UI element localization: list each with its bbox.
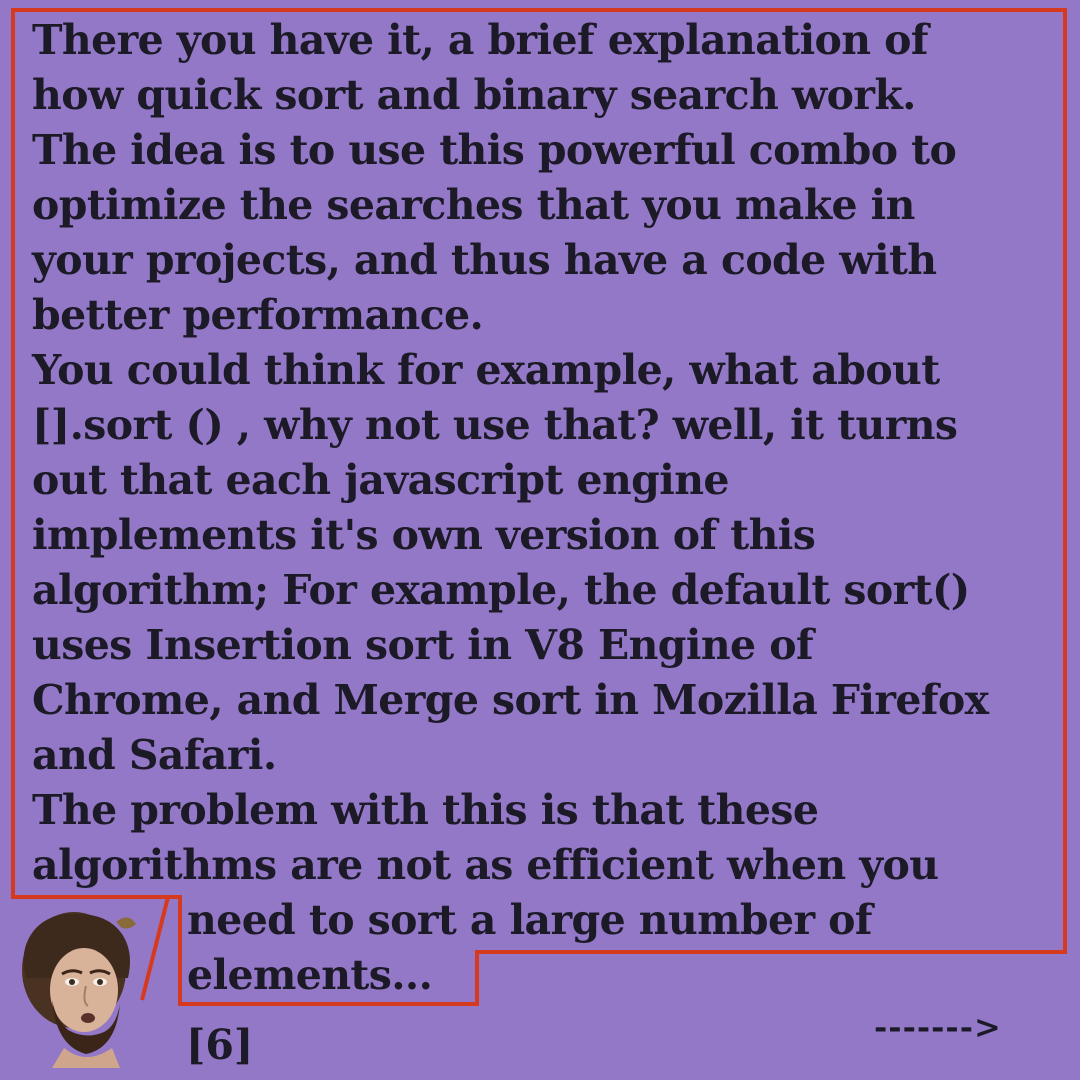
bubble-line: your projects, and thus have a code with xyxy=(32,236,937,284)
bubble-line: uses Insertion sort in V8 Engine of xyxy=(32,621,814,669)
person-face-icon xyxy=(22,912,136,1068)
bubble-line: The problem with this is that these xyxy=(32,786,819,834)
bubble-line: and Safari. xyxy=(32,731,277,779)
slide-page: There you have it, a brief explanation o… xyxy=(0,0,1080,1080)
bubble-text: There you have it, a brief explanation o… xyxy=(32,13,989,893)
bubble-line: implements it's own version of this xyxy=(32,511,816,559)
bubble-line: The idea is to use this powerful combo t… xyxy=(32,126,957,174)
bubble-line: There you have it, a brief explanation o… xyxy=(32,16,929,64)
bubble-line: You could think for example, what about xyxy=(32,346,940,394)
bubble-line: algorithms are not as efficient when you xyxy=(32,841,939,889)
bubble-line: Chrome, and Merge sort in Mozilla Firefo… xyxy=(32,676,989,724)
bubble-line: need to sort a large number of xyxy=(187,896,873,944)
bubble-line: optimize the searches that you make in xyxy=(32,181,915,229)
bubble-line: how quick sort and binary search work. xyxy=(32,71,916,119)
bubble-line: elements... xyxy=(187,951,433,999)
page-number: [6] xyxy=(186,1021,254,1069)
bubble-tail-text: need to sort a large number of elements.… xyxy=(187,893,873,1003)
bubble-line: out that each javascript engine xyxy=(32,456,730,504)
bubble-line: [].sort () , why not use that? well, it … xyxy=(32,401,958,449)
bubble-line: better performance. xyxy=(32,291,484,339)
bubble-line: algorithm; For example, the default sort… xyxy=(32,566,970,614)
next-arrow[interactable]: -------> xyxy=(874,1002,1002,1052)
